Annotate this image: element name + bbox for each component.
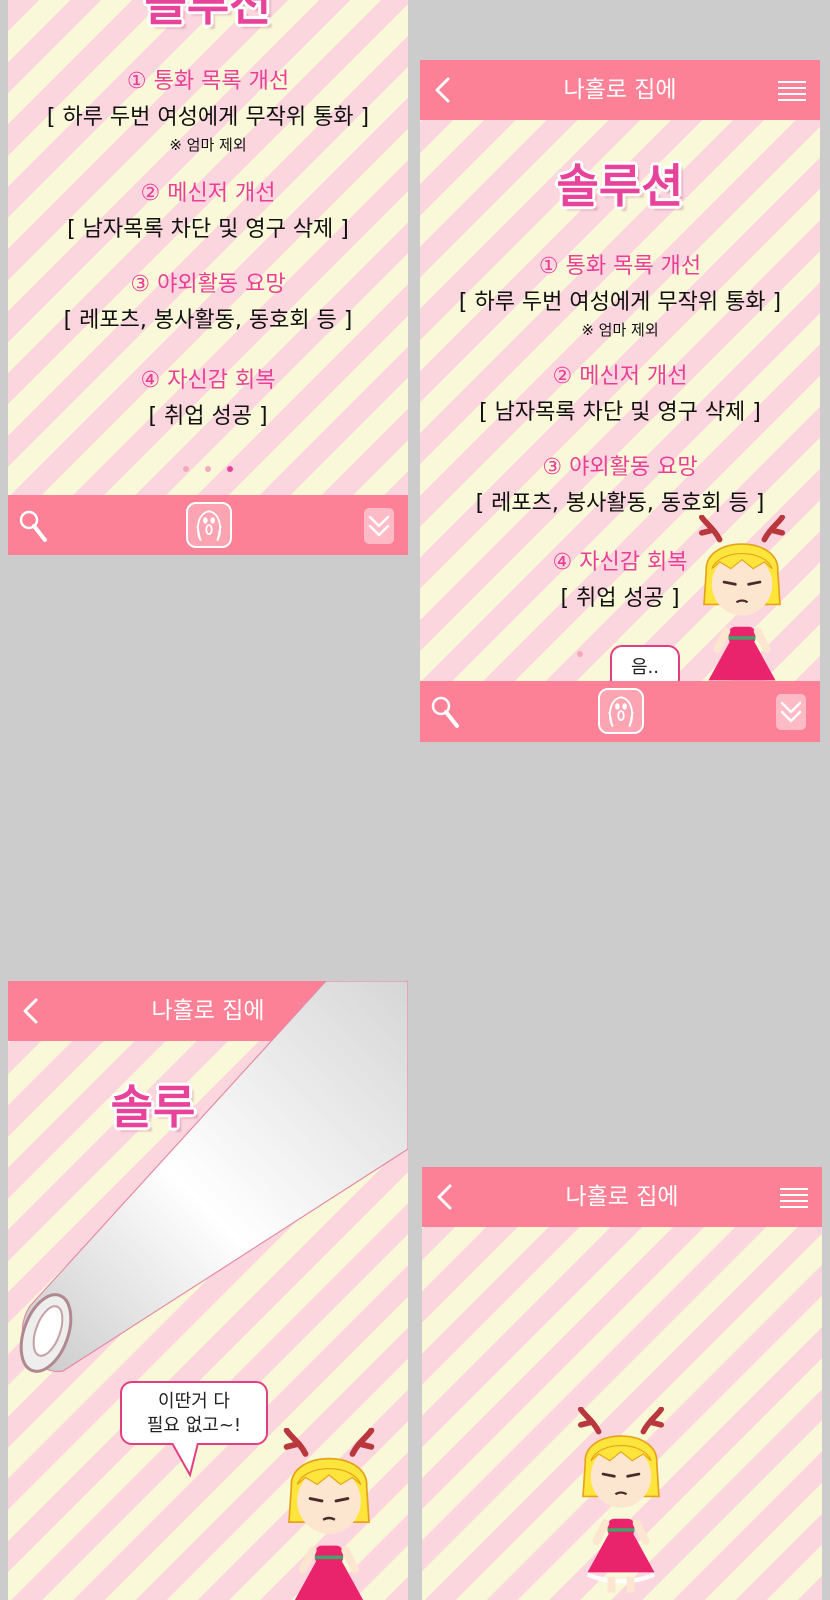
menu-icon[interactable] — [780, 1187, 808, 1209]
item-1-detail: [ 하루 두번 여성에게 무작위 통화 ] — [458, 290, 782, 315]
bottom-bar — [8, 495, 408, 555]
scream-icon[interactable] — [186, 502, 232, 548]
screen-solution-scrolled: 솔루션 ① 통화 목록 개선 [ 하루 두번 여성에게 무작위 통화 ] ※ 엄… — [8, 0, 408, 555]
page-title: 나홀로 집에 — [565, 1184, 679, 1210]
item-3-detail: [ 레포츠, 봉사활동, 동호회 등 ] — [475, 491, 765, 516]
page-title: 나홀로 집에 — [563, 77, 677, 103]
bubble-text: 음.. — [630, 657, 659, 678]
solution-title: 솔루션 — [144, 0, 272, 31]
item-2-heading: ② 메신저 개선 — [140, 181, 276, 206]
page-dot-icon[interactable] — [205, 466, 211, 472]
screen-empty: 나홀로 집에 — [422, 1167, 822, 1600]
girl-character — [565, 1407, 677, 1597]
bubble-line-1: 이딴거 다 — [158, 1391, 230, 1412]
item-4-detail: [ 취업 성공 ] — [148, 404, 268, 429]
bubble-line-2: 필요 없고~! — [146, 1415, 242, 1436]
item-1-note: ※ 엄마 제외 — [169, 136, 247, 154]
item-4-heading: ④ 자신감 회복 — [140, 368, 276, 393]
item-2-heading: ② 메신저 개선 — [552, 364, 688, 389]
double-chevron-down-icon[interactable] — [776, 694, 806, 730]
bottom-bar — [420, 681, 820, 742]
search-icon[interactable] — [18, 509, 48, 543]
menu-icon[interactable] — [778, 80, 806, 102]
search-icon[interactable] — [430, 695, 460, 729]
page-indicator — [8, 457, 408, 476]
screen-page-curl: 나홀로 집에 솔루 이딴거 다 필요 없고~! — [8, 981, 408, 1600]
item-3-heading: ③ 야외활동 요망 — [130, 272, 286, 297]
page-dot-icon[interactable] — [577, 651, 583, 657]
page-dot-icon[interactable] — [227, 466, 233, 472]
girl-character — [270, 1428, 388, 1600]
solution-title: 솔루션 — [556, 159, 684, 213]
speech-bubble: 이딴거 다 필요 없고~! — [120, 1381, 268, 1445]
page-dot-icon[interactable] — [183, 466, 189, 472]
top-bar: 나홀로 집에 — [422, 1167, 822, 1227]
item-3-detail: [ 레포츠, 봉사활동, 동호회 등 ] — [63, 308, 353, 333]
bubble-tail — [171, 1443, 199, 1478]
item-3-heading: ③ 야외활동 요망 — [542, 455, 698, 480]
item-1-detail: [ 하루 두번 여성에게 무작위 통화 ] — [46, 105, 370, 130]
item-2-detail: [ 남자목록 차단 및 영구 삭제 ] — [479, 400, 761, 425]
page-curl — [19, 981, 408, 1373]
double-chevron-down-icon[interactable] — [364, 508, 394, 544]
top-bar: 나홀로 집에 — [420, 60, 820, 120]
item-1-heading: ① 통화 목록 개선 — [126, 69, 290, 94]
item-1-note: ※ 엄마 제외 — [581, 321, 659, 339]
scream-icon[interactable] — [598, 688, 644, 734]
item-2-detail: [ 남자목록 차단 및 영구 삭제 ] — [67, 217, 349, 242]
screen-solution-full: 나홀로 집에 솔루션 ① 통화 목록 개선 [ 하루 두번 여성에게 무작위 통… — [420, 60, 820, 742]
item-1-heading: ① 통화 목록 개선 — [538, 254, 702, 279]
girl-character — [686, 515, 798, 705]
